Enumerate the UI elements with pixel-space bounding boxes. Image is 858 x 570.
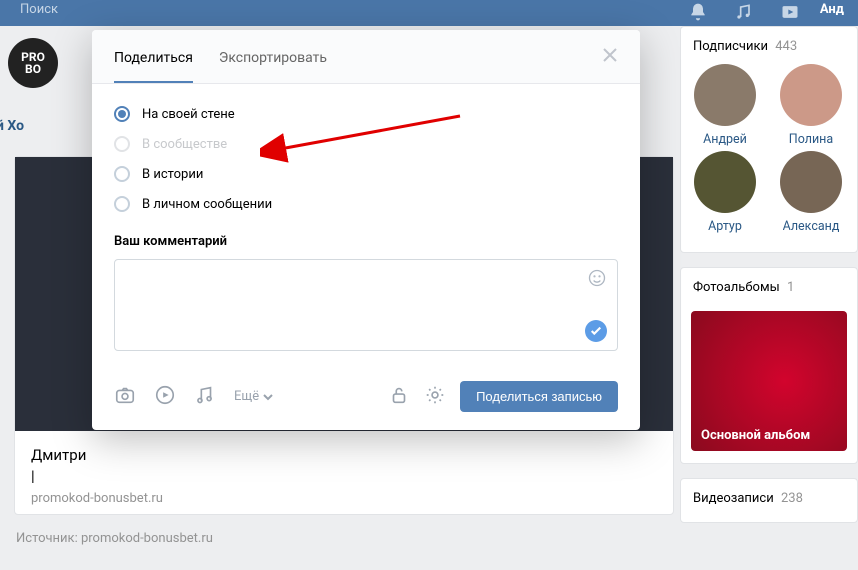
videos-count: 238: [781, 491, 803, 506]
share-target-list: На своей стене В сообществе В истории В …: [114, 106, 618, 212]
topbar: Поиск Анд: [0, 0, 858, 26]
emoji-icon[interactable]: [587, 268, 607, 292]
comment-input[interactable]: [114, 259, 618, 351]
music-icon[interactable]: [734, 2, 754, 26]
radio-icon: [114, 166, 130, 182]
post-title: Дмитри |: [31, 445, 657, 487]
bell-icon[interactable]: [688, 2, 708, 26]
radio-story[interactable]: В истории: [114, 166, 618, 182]
profile-avatar[interactable]: PRO BO: [8, 38, 58, 88]
subscribers-count: 443: [775, 39, 797, 54]
radio-dm[interactable]: В личном сообщении: [114, 196, 618, 212]
modal-header: Поделиться Экспортировать: [92, 30, 640, 84]
subscriber[interactable]: Андрей: [693, 64, 757, 147]
radio-own-wall[interactable]: На своей стене: [114, 106, 618, 122]
user-name[interactable]: Анд: [820, 0, 844, 17]
video-icon[interactable]: [780, 2, 800, 26]
radio-community: В сообществе: [114, 136, 618, 152]
share-modal: Поделиться Экспортировать На своей стене…: [92, 30, 640, 430]
videos-panel: Видеозаписи 238: [680, 478, 858, 523]
photos-count: 1: [787, 280, 794, 295]
post-source: Источник: promokod-bonusbet.ru: [16, 531, 680, 546]
photos-panel: Фотоальбомы 1 Основной альбом: [680, 267, 858, 464]
album-thumb[interactable]: Основной альбом: [691, 311, 847, 451]
radio-icon: [114, 136, 130, 152]
camera-icon[interactable]: [114, 384, 136, 410]
subscriber[interactable]: Полина: [779, 64, 843, 147]
album-label: Основной альбом: [701, 428, 810, 443]
radio-icon: [114, 106, 130, 122]
subscribers-panel: Подписчики 443 Андрей Полина Артур Алекс…: [680, 26, 858, 253]
checkmark-icon[interactable]: [585, 320, 607, 342]
play-circle-icon[interactable]: [154, 384, 176, 410]
more-menu[interactable]: Ещё: [234, 389, 273, 404]
lock-icon[interactable]: [388, 384, 410, 410]
tab-export[interactable]: Экспортировать: [219, 30, 327, 83]
tab-share[interactable]: Поделиться: [114, 30, 193, 83]
videos-title[interactable]: Видеозаписи: [693, 491, 774, 506]
post-domain: promokod-bonusbet.ru: [31, 491, 657, 506]
subscriber[interactable]: Александ: [779, 151, 843, 234]
gear-icon[interactable]: [424, 384, 446, 410]
submit-button[interactable]: Поделиться записью: [460, 381, 618, 412]
photos-title[interactable]: Фотоальбомы: [693, 280, 780, 295]
music-note-icon[interactable]: [194, 384, 216, 410]
radio-icon: [114, 196, 130, 212]
comment-label: Ваш комментарий: [114, 234, 618, 249]
search-input-placeholder[interactable]: Поиск: [14, 0, 688, 17]
subscribers-title[interactable]: Подписчики: [693, 39, 768, 54]
close-icon[interactable]: [602, 47, 618, 67]
subscriber[interactable]: Артур: [693, 151, 757, 234]
